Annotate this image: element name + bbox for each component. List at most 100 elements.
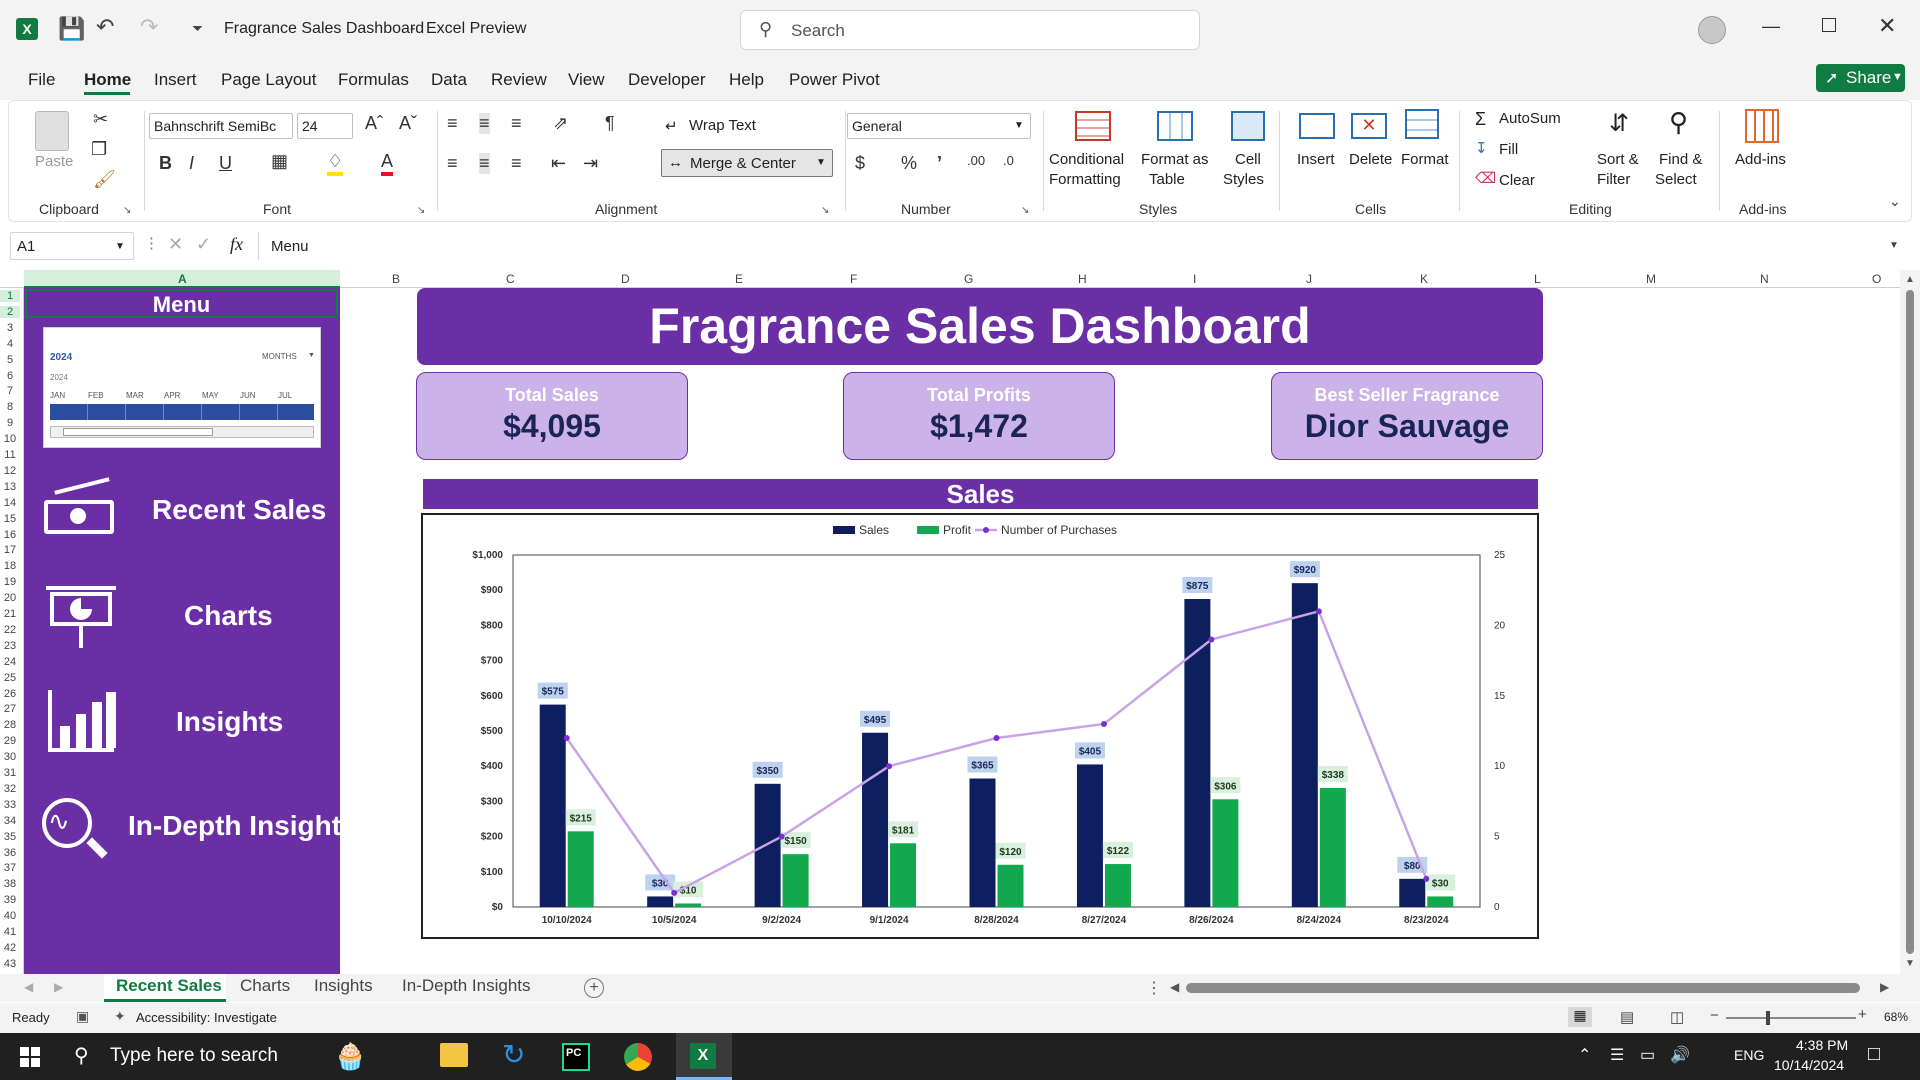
add-sheet-icon[interactable]: +	[584, 978, 604, 998]
cell-styles-label[interactable]: Cell	[1235, 151, 1261, 168]
vertical-scrollbar[interactable]: ▲ ▼	[1900, 270, 1920, 974]
cupcake-widget-icon[interactable]: 🧁	[334, 1041, 366, 1072]
battery-icon[interactable]: ▭	[1640, 1045, 1655, 1065]
font-size-select[interactable]: 24	[297, 113, 353, 139]
sheet-tab-in-depth-insights[interactable]: In-Depth Insights	[402, 976, 531, 996]
close-icon[interactable]: ✕	[1878, 13, 1896, 39]
vscode-icon[interactable]: ↻	[502, 1041, 525, 1069]
fill-color-icon[interactable]: ♢	[327, 151, 344, 176]
column-header[interactable]: L	[1534, 272, 1541, 286]
format-cells-icon[interactable]	[1405, 109, 1439, 139]
align-top-icon[interactable]: ≡	[447, 113, 458, 134]
search-box[interactable]: ⚲ Search	[740, 10, 1200, 50]
customize-qat-icon[interactable]: ⏷	[192, 20, 203, 37]
nav-recent-sales[interactable]: Recent Sales	[152, 494, 326, 526]
row-header[interactable]: 40	[0, 910, 20, 922]
align-middle-icon[interactable]: ≡	[479, 113, 490, 134]
timeline-scroll-thumb[interactable]	[63, 428, 213, 436]
row-header[interactable]: 16	[0, 529, 20, 541]
find-select-icon[interactable]: ⚲	[1669, 107, 1688, 138]
timeline-level-dropdown-icon[interactable]: ▼	[308, 352, 315, 359]
underline-icon[interactable]: U	[219, 153, 232, 174]
font-launcher-icon[interactable]: ↘	[417, 205, 425, 216]
row-header[interactable]: 12	[0, 465, 20, 477]
row-header[interactable]: 39	[0, 894, 20, 906]
bar-chart-icon[interactable]	[48, 690, 116, 752]
row-header[interactable]: 43	[0, 958, 20, 970]
italic-icon[interactable]: I	[189, 153, 194, 174]
cell-styles-icon[interactable]	[1231, 111, 1265, 141]
conditional-formatting-icon[interactable]	[1075, 111, 1111, 141]
undo-icon[interactable]: ↶	[96, 14, 114, 40]
save-icon[interactable]: 💾	[58, 16, 85, 42]
row-header[interactable]: 31	[0, 767, 20, 779]
clear-label[interactable]: Clear	[1499, 172, 1535, 189]
row-header[interactable]: 24	[0, 656, 20, 668]
nav-in-depth-insights[interactable]: In-Depth Insights	[128, 810, 357, 842]
row-header[interactable]: 13	[0, 481, 20, 493]
column-header[interactable]: B	[392, 272, 400, 286]
row-header[interactable]: 26	[0, 688, 20, 700]
decrease-decimal-icon[interactable]: .0	[1003, 153, 1014, 168]
clock-time[interactable]: 4:38 PM	[1796, 1037, 1848, 1053]
sort-filter-label[interactable]: Sort &	[1597, 151, 1639, 168]
name-box[interactable]: A1 ▼	[10, 232, 134, 260]
insert-function-icon[interactable]: fx	[230, 234, 243, 255]
tray-overflow-icon[interactable]: ⌃	[1578, 1045, 1591, 1065]
scroll-up-icon[interactable]: ▲	[1905, 274, 1915, 285]
align-center-icon[interactable]: ≡	[479, 153, 490, 174]
timeline-bar[interactable]	[50, 404, 314, 420]
comma-style-icon[interactable]: ’	[937, 153, 942, 174]
taskbar-search-icon[interactable]: ⚲	[74, 1043, 89, 1068]
prev-sheet-icon[interactable]: ◀	[24, 980, 33, 994]
column-header[interactable]: I	[1193, 272, 1196, 286]
column-header[interactable]: G	[964, 272, 973, 286]
align-bottom-icon[interactable]: ≡	[511, 113, 522, 134]
tab-formulas[interactable]: Formulas	[338, 70, 409, 90]
chrome-icon[interactable]	[624, 1043, 652, 1071]
fill-label[interactable]: Fill	[1499, 141, 1518, 158]
row-header[interactable]: 5	[0, 354, 20, 366]
row-header[interactable]: 6	[0, 370, 20, 382]
language-indicator[interactable]: ENG	[1734, 1047, 1764, 1063]
accessibility-status[interactable]: Accessibility: Investigate	[136, 1010, 277, 1025]
sort-filter-icon[interactable]: ⇵	[1609, 109, 1629, 138]
increase-font-icon[interactable]: Aˆ	[365, 113, 383, 134]
row-header[interactable]: 30	[0, 751, 20, 763]
cut-icon[interactable]: ✂	[93, 109, 108, 130]
page-break-view-icon[interactable]: ◫	[1670, 1008, 1684, 1026]
paste-icon[interactable]	[35, 111, 69, 151]
row-header[interactable]: 27	[0, 703, 20, 715]
row-header[interactable]: 19	[0, 576, 20, 588]
row-header[interactable]: 11	[0, 449, 20, 461]
tab-developer[interactable]: Developer	[628, 70, 706, 90]
add-ins-label[interactable]: Add-ins	[1735, 151, 1786, 168]
column-header[interactable]: A	[178, 272, 187, 286]
format-cells-label[interactable]: Format	[1401, 151, 1449, 168]
row-header[interactable]: 25	[0, 672, 20, 684]
page-layout-view-icon[interactable]: ▤	[1620, 1008, 1634, 1026]
align-left-icon[interactable]: ≡	[447, 153, 458, 174]
taskbar-search-placeholder[interactable]: Type here to search	[110, 1045, 278, 1067]
tab-help[interactable]: Help	[729, 70, 764, 90]
sheet-tab-insights[interactable]: Insights	[314, 976, 373, 996]
row-header[interactable]: 42	[0, 942, 20, 954]
row-header[interactable]: 3	[0, 322, 20, 334]
column-header[interactable]: J	[1306, 272, 1312, 286]
restore-icon[interactable]	[1822, 18, 1836, 32]
row-header[interactable]: 29	[0, 735, 20, 747]
clear-icon[interactable]: ⌫	[1475, 169, 1496, 187]
zoom-slider-thumb[interactable]	[1766, 1011, 1770, 1025]
tab-data[interactable]: Data	[431, 70, 467, 90]
row-header[interactable]: 4	[0, 338, 20, 350]
scroll-down-icon[interactable]: ▼	[1905, 958, 1915, 969]
column-header[interactable]: H	[1078, 272, 1087, 286]
select-all-corner[interactable]	[0, 270, 24, 288]
borders-icon[interactable]: ▦	[271, 151, 288, 172]
delete-cells-label[interactable]: Delete	[1349, 151, 1392, 168]
row-header[interactable]: 37	[0, 862, 20, 874]
column-header[interactable]: K	[1420, 272, 1428, 286]
magnifier-pulse-icon[interactable]: ∿	[40, 796, 110, 860]
timeline-scrollbar[interactable]	[50, 426, 314, 438]
conditional-formatting-label[interactable]: Conditional	[1049, 151, 1124, 168]
